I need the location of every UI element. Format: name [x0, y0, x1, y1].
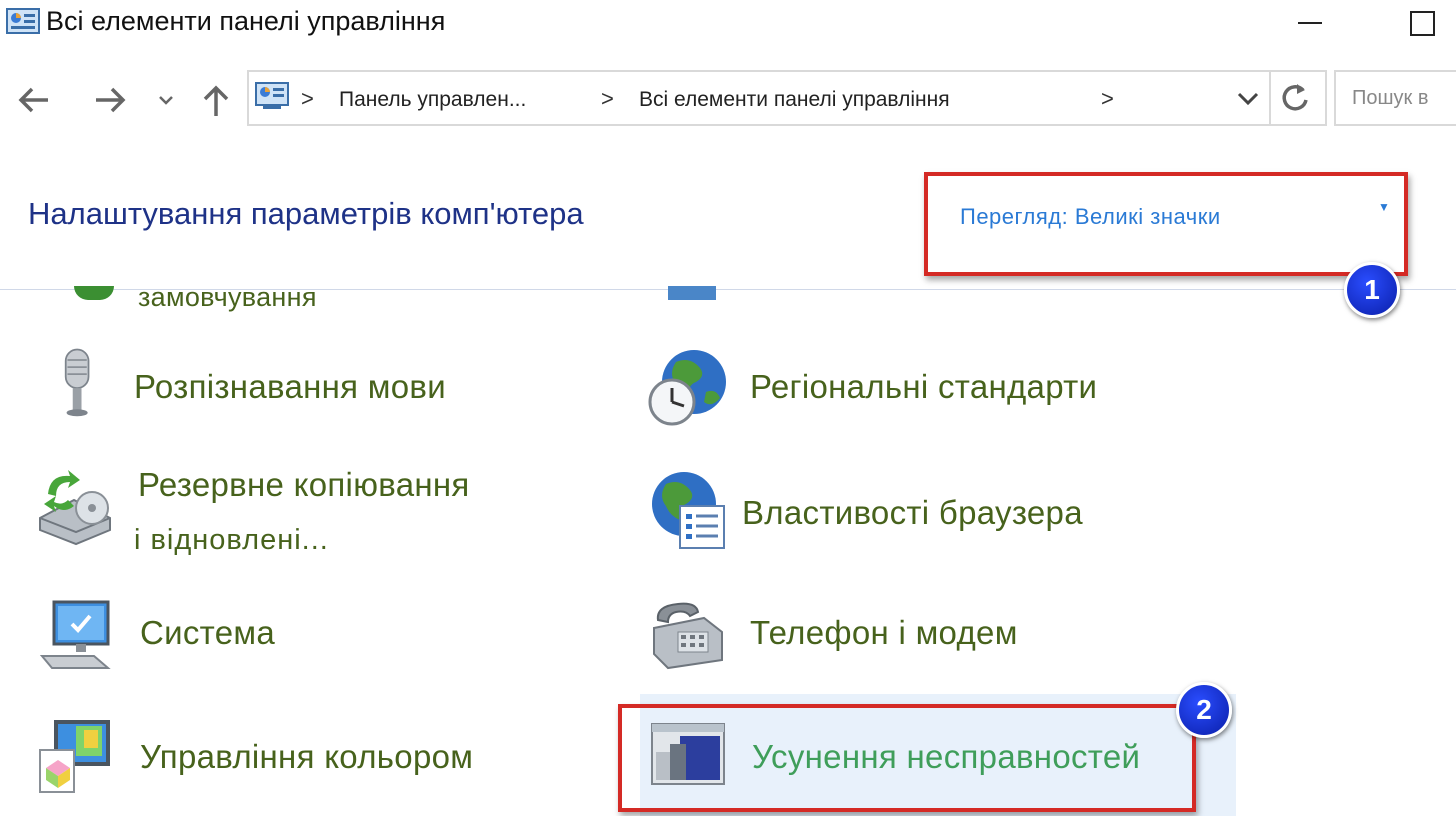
item-label-speech-recognition[interactable]: Розпізнавання мови [134, 368, 446, 406]
address-bar[interactable]: > Панель управлен... > Всі елементи пане… [247, 70, 1327, 126]
item-label-internet-options[interactable]: Властивості браузера [742, 494, 1083, 532]
telephone-icon[interactable] [648, 598, 726, 670]
annotation-highlight-troubleshooting [618, 704, 1196, 812]
item-label-color-management[interactable]: Управління кольором [140, 738, 473, 776]
back-button[interactable] [14, 80, 54, 120]
recent-locations-button[interactable] [148, 80, 184, 120]
breadcrumb-all-items[interactable]: Всі елементи панелі управління [639, 88, 950, 112]
item-label-region[interactable]: Регіональні стандарти [750, 368, 1097, 406]
search-input[interactable] [1350, 86, 1456, 111]
page-title: Налаштування параметрів комп'ютера [28, 196, 584, 231]
maximize-button[interactable] [1400, 4, 1440, 40]
item-label-backup[interactable]: Резервне копіювання [138, 466, 470, 504]
globe-clock-icon[interactable] [646, 346, 732, 428]
back-arrow-icon [18, 87, 48, 113]
color-management-icon[interactable] [36, 716, 116, 796]
item-label-system[interactable]: Система [140, 614, 275, 652]
refresh-button[interactable] [1275, 78, 1315, 118]
forward-arrow-icon [96, 87, 126, 113]
search-box[interactable] [1334, 70, 1456, 126]
breadcrumb-control-panel[interactable]: Панель управлен... [339, 88, 526, 112]
window-title: Всі елементи панелі управління [46, 6, 446, 36]
title-bar: Всі елементи панелі управління [0, 0, 1456, 50]
control-panel-icon [255, 82, 289, 109]
up-arrow-icon [203, 85, 229, 116]
default-programs-icon[interactable] [74, 286, 114, 300]
minimize-button[interactable] [1290, 4, 1330, 40]
computer-monitor-icon[interactable] [38, 598, 114, 672]
forward-button[interactable] [90, 80, 130, 120]
address-dropdown-button[interactable] [1233, 80, 1263, 116]
item-label-default-programs[interactable]: замовчування [138, 282, 317, 313]
item-label-backup-continued[interactable]: і відновлені... [134, 524, 329, 557]
breadcrumb-separator: > [301, 86, 314, 111]
breadcrumb-separator[interactable]: > [601, 86, 614, 112]
refresh-icon [1282, 84, 1308, 111]
annotation-highlight-view [924, 172, 1408, 276]
backup-restore-icon[interactable] [34, 464, 116, 546]
item-label-phone-modem[interactable]: Телефон і модем [750, 614, 1018, 652]
chevron-down-icon [1237, 92, 1259, 106]
partial-item-icon[interactable] [668, 286, 716, 300]
up-button[interactable] [196, 80, 236, 120]
microphone-icon[interactable] [42, 346, 114, 418]
breadcrumb-separator[interactable]: > [1101, 86, 1114, 112]
globe-document-icon[interactable] [648, 470, 728, 550]
step-badge-2: 2 [1176, 682, 1232, 738]
control-panel-icon [6, 8, 40, 34]
chevron-down-icon [159, 96, 173, 105]
divider [1269, 72, 1271, 124]
step-badge-1: 1 [1344, 262, 1400, 318]
